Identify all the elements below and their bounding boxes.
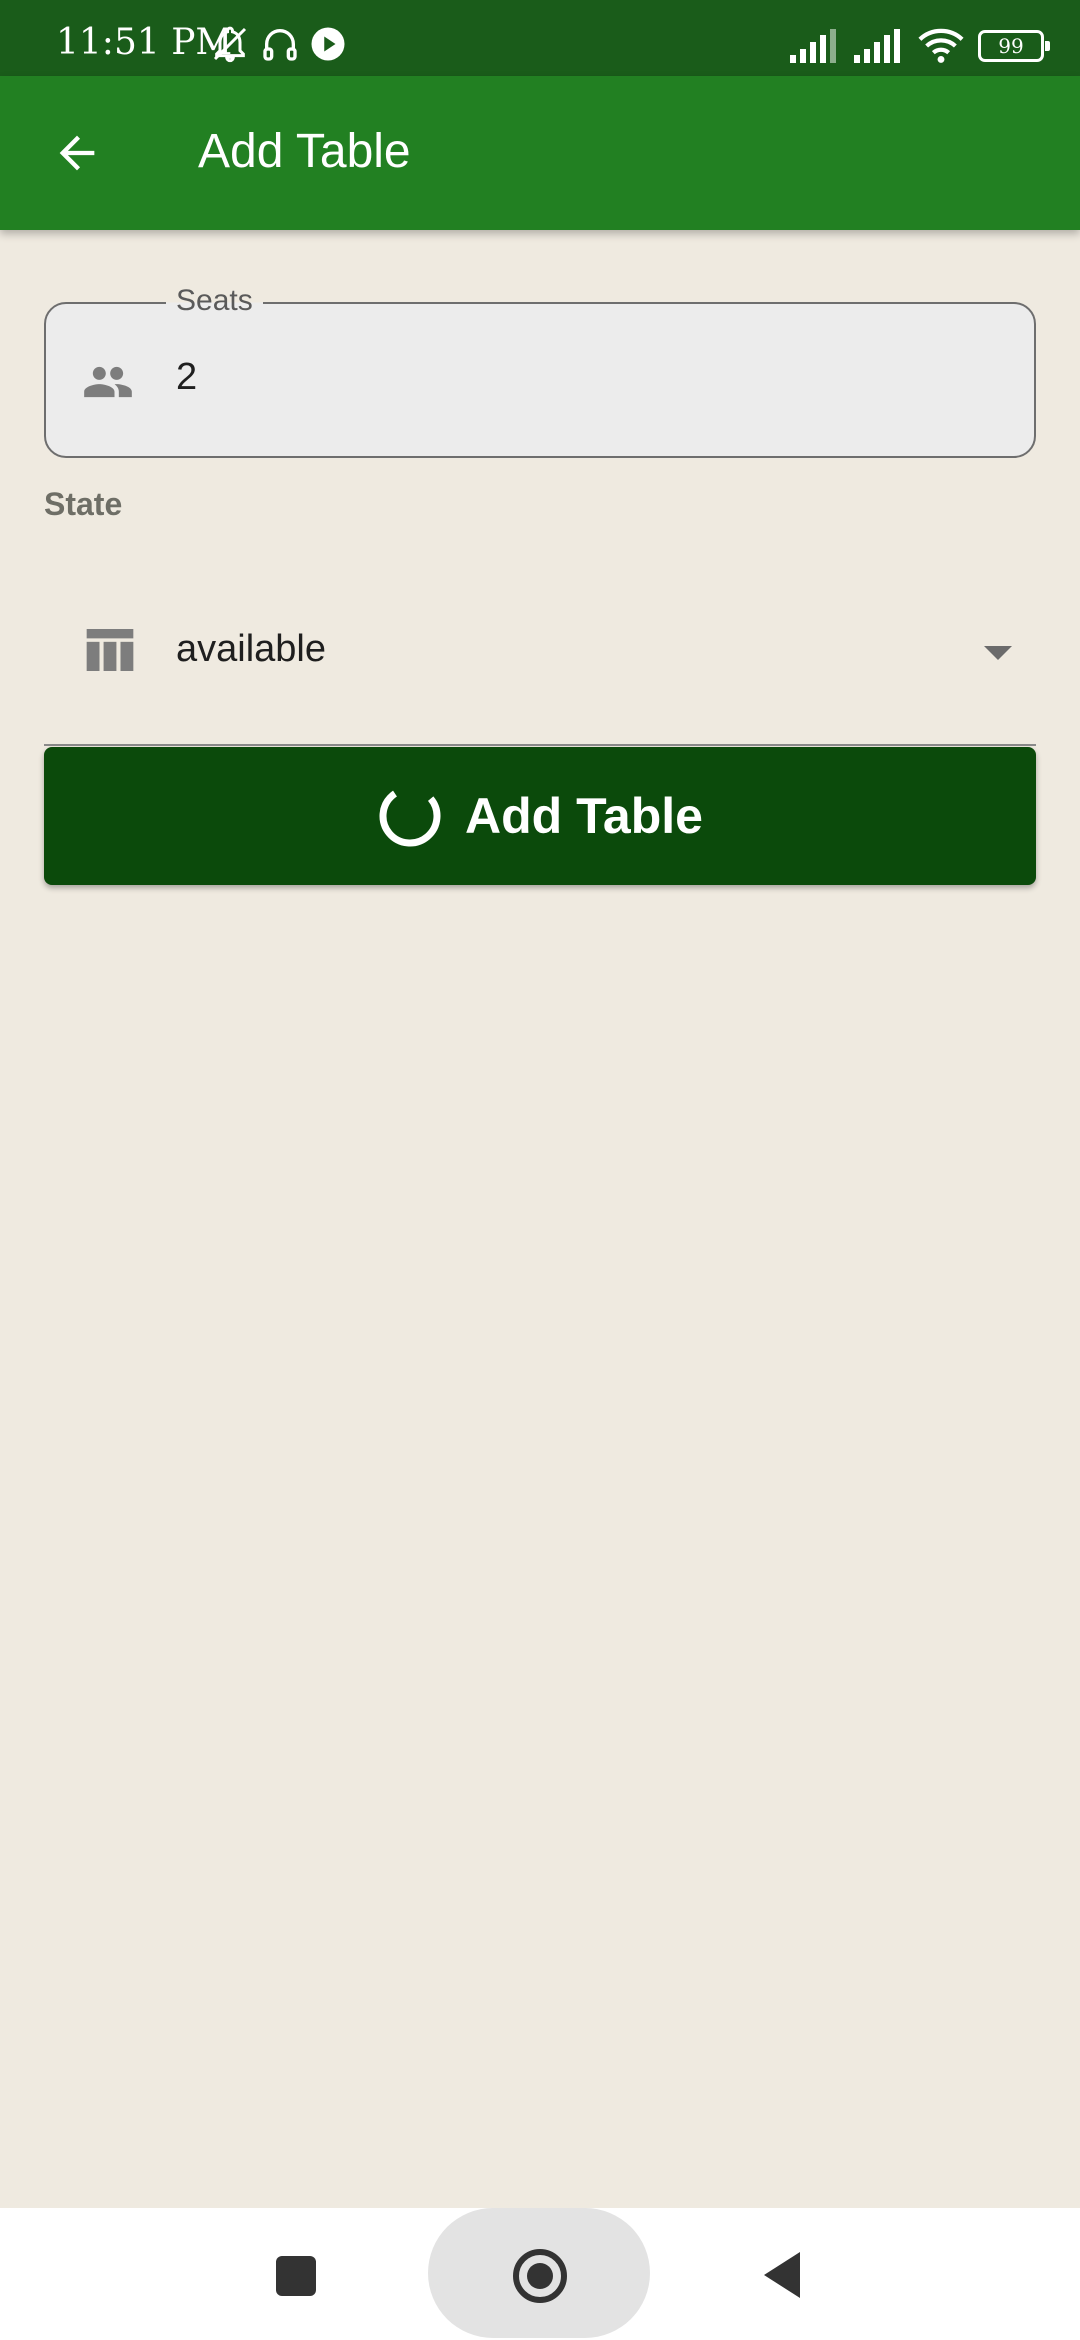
play-icon: [311, 27, 345, 61]
recents-icon[interactable]: [276, 2256, 316, 2296]
status-time: 11:51 PM: [56, 22, 233, 63]
home-icon[interactable]: [510, 2246, 570, 2306]
status-right-icons: 99: [790, 26, 1050, 66]
seats-input[interactable]: 2: [176, 356, 197, 399]
arrow-left-icon: [59, 135, 95, 171]
wifi-icon: [918, 28, 964, 63]
state-selected-value: available: [176, 628, 326, 670]
state-label: State: [44, 486, 123, 522]
status-bar: 11:51 PM 99: [0, 0, 1080, 76]
loading-spinner-icon: [379, 785, 441, 847]
seats-field[interactable]: Seats 2: [44, 284, 1036, 458]
back-icon[interactable]: [760, 2250, 804, 2300]
headset-icon: [263, 29, 297, 61]
system-nav-bar: [0, 2208, 1080, 2340]
signal-icon: [790, 29, 836, 63]
app-bar: Add Table: [0, 76, 1080, 230]
battery-level: 99: [998, 34, 1024, 58]
table-icon: [86, 629, 134, 671]
chevron-down-icon: [984, 646, 1012, 660]
add-table-button[interactable]: Add Table: [44, 747, 1036, 885]
page-title: Add Table: [198, 125, 411, 178]
add-table-button-label: Add Table: [465, 788, 703, 844]
back-button[interactable]: [40, 116, 114, 190]
bell-off-icon: [213, 26, 247, 63]
battery-icon: 99: [978, 30, 1050, 62]
state-dropdown[interactable]: available: [44, 580, 1036, 746]
status-left-icons: [210, 24, 346, 64]
signal-icon: [854, 29, 900, 63]
seats-label: Seats: [166, 284, 263, 318]
people-icon: [84, 366, 132, 398]
